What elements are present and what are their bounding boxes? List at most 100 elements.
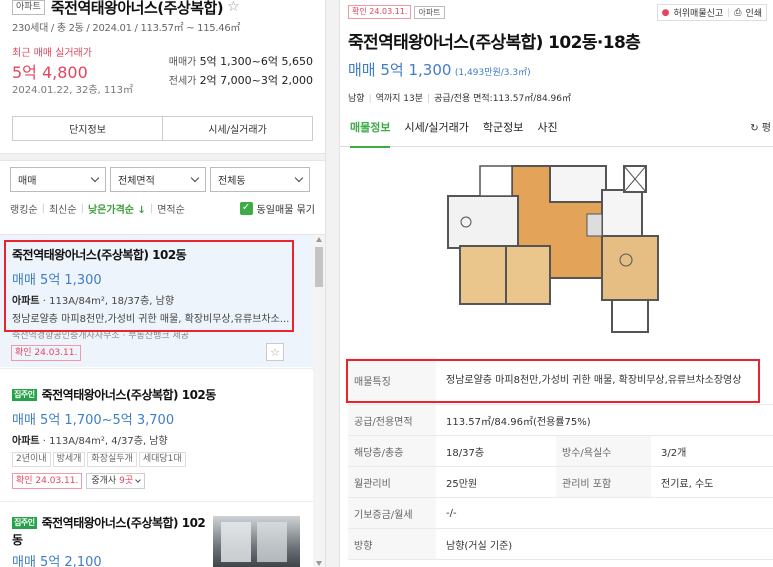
deal-type-value: 매매 xyxy=(18,176,37,187)
recent-price-box: 최근 매매 실거래가 5억 4,800 2024.01.22, 32층, 113… xyxy=(12,42,313,98)
item-price: 매매 5억 1,700~5억 3,700 xyxy=(12,413,175,428)
recent-price: 5억 4,800 xyxy=(12,63,88,82)
unit-toggle-label: 평 xyxy=(761,123,771,134)
feature-tag: 방세개 xyxy=(52,452,86,467)
floor-label: 해당층/총층 xyxy=(348,436,436,466)
tab-photos[interactable]: 사진 xyxy=(530,107,564,147)
table-row: 기보증금/월세 -/- xyxy=(348,498,773,529)
tab-school-info[interactable]: 학군정보 xyxy=(476,107,530,147)
table-row: 매물특징 정남로얄층 마피8천만,가성비 귀한 매물, 확장비무상,유류브차소장… xyxy=(348,357,773,405)
item-title-row: 집주인 죽전역태왕아너스(주상복합) 102동 xyxy=(12,515,207,549)
area-label: 공급/전용면적 xyxy=(348,405,436,435)
feature-value: 정남로얄층 마피8천만,가성비 귀한 매물, 확장비무상,유류브차소장영상 xyxy=(446,375,742,386)
dong-select[interactable]: 전체동 xyxy=(210,167,310,192)
recent-price-label: 최근 매매 실거래가 xyxy=(12,48,92,59)
table-row: 해당층/총층 18/37층 방수/욕실수 3/2개 xyxy=(348,436,773,467)
agent-count: 9곳 xyxy=(119,476,134,486)
sale-range-value: 5억 1,300~6억 5,650 xyxy=(199,55,313,68)
detail-title: 죽전역태왕아너스(주상복합) 102동·18층 xyxy=(348,33,641,53)
detail-panel: 확인 24.03.11. 아파트 ● 허위매물신고 | ⎙ 인쇄 죽전역태왕아너… xyxy=(340,0,773,567)
deposit-value: -/- xyxy=(446,507,457,519)
plan-right-room xyxy=(601,189,643,237)
jeonse-range-value: 2억 7,000~3억 2,000 xyxy=(199,74,313,87)
price-history-button[interactable]: 시세/실거래가 xyxy=(162,117,312,140)
fee-value: 25만원 xyxy=(446,478,478,490)
meta-direction: 남향 xyxy=(348,94,365,104)
table-row: 공급/전용면적 113.57㎡/84.96㎡(전용률75%) xyxy=(348,405,773,436)
chevron-down-icon xyxy=(190,173,200,183)
item-title: 죽전역태왕아너스(주상복합) 102동 xyxy=(12,248,187,262)
detail-tabs: 매물정보 시세/실거래가 학군정보 사진 ↻ 평 xyxy=(340,107,773,148)
scrollbar[interactable] xyxy=(313,235,325,567)
item-footer: 확인 24.03.11. 중개사 9곳 xyxy=(12,473,216,489)
feature-tag: 2년이내 xyxy=(12,452,51,467)
chevron-down-icon xyxy=(135,476,141,483)
scroll-up-arrow-icon[interactable] xyxy=(316,237,322,242)
floor-plan-image[interactable] xyxy=(442,160,660,338)
list-item[interactable]: 집주인 죽전역태왕아너스(주상복합) 102동 매매 5억 1,700~5억 3,… xyxy=(0,368,313,500)
owner-badge: 집주인 xyxy=(12,517,37,529)
sale-range: 매매가 5억 1,300~6억 5,650 xyxy=(169,53,313,69)
listing-list: 죽전역태왕아너스(주상복합) 102동 매매 5억 1,300 아파트 · 11… xyxy=(0,234,325,567)
deal-type-select[interactable]: 매매 xyxy=(10,167,106,192)
scrollbar-thumb[interactable] xyxy=(315,247,323,287)
jeonse-range-label: 전세가 xyxy=(168,76,197,87)
complex-sub-info: 230세대 / 총 2동 / 2024.01 / 113.57㎡ ~ 115.4… xyxy=(12,23,241,34)
detail-price-value: 매매 5억 1,300 xyxy=(348,61,452,79)
item-title-row: 집주인 죽전역태왕아너스(주상복합) 102동 xyxy=(12,386,216,403)
direction-label: 방향 xyxy=(348,529,436,559)
section-divider xyxy=(0,153,325,161)
list-item[interactable]: 죽전역태왕아너스(주상복합) 102동 매매 5억 1,300 아파트 · 11… xyxy=(0,235,313,367)
sort-area[interactable]: 면적순 xyxy=(157,201,185,216)
sort-latest[interactable]: 최신순 xyxy=(49,201,77,216)
complex-info-button[interactable]: 단지정보 xyxy=(13,117,162,140)
unit-toggle[interactable]: ↻ 평 xyxy=(750,119,771,134)
plan-balcony xyxy=(611,299,649,333)
favorite-star-icon[interactable]: ☆ xyxy=(266,343,284,361)
listing-panel: 아파트 죽전역태왕아너스(주상복합) ☆ 230세대 / 총 2동 / 2024… xyxy=(0,0,325,567)
listing-photo[interactable] xyxy=(213,516,300,567)
feature-tag: 세대당1대 xyxy=(138,452,186,467)
favorite-star-icon[interactable]: ☆ xyxy=(227,0,240,15)
detail-price-per-area: (1,493만원/3.3㎡) xyxy=(454,68,531,78)
plan-room-2 xyxy=(505,245,551,305)
feature-label: 매물특징 xyxy=(348,357,436,404)
sale-range-label: 매매가 xyxy=(168,57,197,68)
confirm-date-badge: 확인 24.03.11. xyxy=(348,5,412,19)
plan-master-room xyxy=(601,235,659,301)
complex-title-row: 아파트 죽전역태왕아너스(주상복합) ☆ xyxy=(12,0,313,17)
tab-listing-info[interactable]: 매물정보 xyxy=(343,107,397,148)
checkbox-checked-icon[interactable]: ✓ xyxy=(239,201,253,215)
area-select[interactable]: 전체면적 xyxy=(110,167,206,192)
confirm-date-badge: 확인 24.03.11. xyxy=(11,345,82,361)
sort-low-price[interactable]: 낮은가격순 ↓ xyxy=(88,201,146,216)
sort-ranking[interactable]: 랭킹순 xyxy=(10,201,38,216)
meta-station: 역까지 13분 xyxy=(375,94,424,104)
plan-left-rooms xyxy=(447,195,519,249)
direction-value: 남향(거실 기준) xyxy=(446,540,513,552)
item-spec: 아파트 · 113A/84m², 4/37층, 남향 xyxy=(12,436,168,447)
siren-icon: ● xyxy=(661,7,670,18)
rooms-value: 3/2개 xyxy=(661,447,687,459)
table-row: 방향 남향(거실 기준) xyxy=(348,529,773,560)
print-button[interactable]: 인쇄 xyxy=(745,6,762,19)
jeonse-range: 전세가 2억 7,000~3억 2,000 xyxy=(169,72,313,88)
item-spec: 아파트 · 113A/84m², 18/37층, 남향 xyxy=(12,296,175,307)
sort-row: 랭킹순 | 최신순 | 낮은가격순 ↓ | 면적순 ✓ 동일매물 묶기 xyxy=(10,201,315,216)
agent-select[interactable]: 중개사 9곳 xyxy=(86,473,145,489)
dong-value: 전체동 xyxy=(218,176,246,187)
report-button[interactable]: 허위매물신고 xyxy=(674,6,724,19)
same-listing-toggle[interactable]: ✓ 동일매물 묶기 xyxy=(239,201,315,216)
agent-select-label: 중개사 xyxy=(91,476,117,486)
floor-value: 18/37층 xyxy=(446,447,485,459)
item-spec-text: 113A/84m², 18/37층, 남향 xyxy=(49,296,175,307)
detail-price: 매매 5억 1,300 (1,493만원/3.3㎡) xyxy=(348,59,773,80)
tab-price-history[interactable]: 시세/실거래가 xyxy=(397,107,475,147)
complex-title: 죽전역태왕아너스(주상복합) xyxy=(50,0,224,17)
print-icon: ⎙ xyxy=(734,7,742,18)
scroll-down-arrow-icon[interactable] xyxy=(316,561,322,566)
plan-top-room xyxy=(549,165,607,203)
recent-price-date: 2024.01.22, 32층, 113㎡ xyxy=(12,85,133,96)
type-tag: 아파트 xyxy=(414,5,445,19)
chevron-down-icon xyxy=(294,173,304,183)
